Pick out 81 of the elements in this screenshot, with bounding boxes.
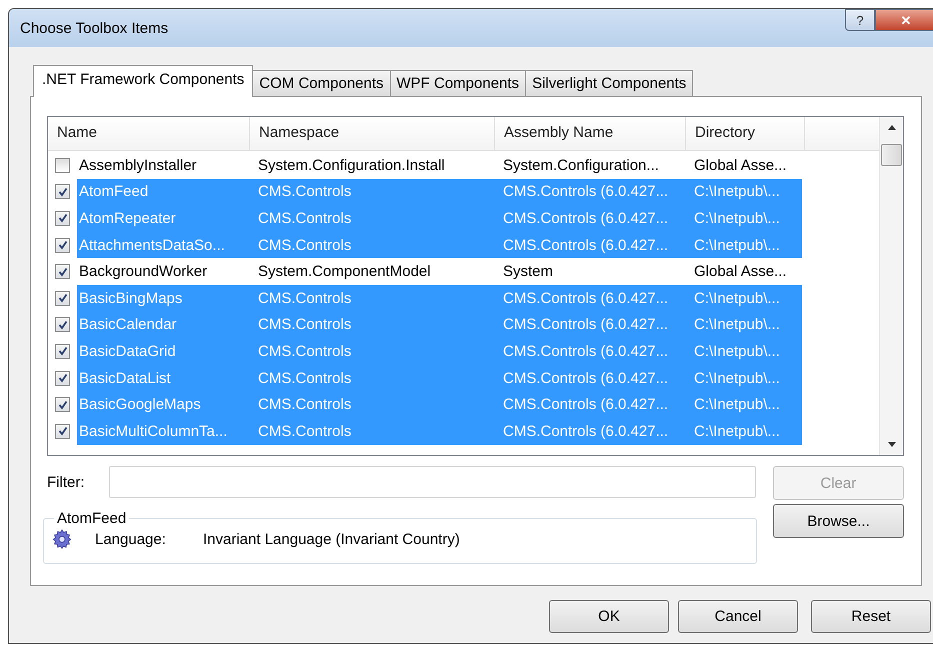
column-header[interactable]: Namespace — [250, 117, 495, 150]
table-cell-text: AssemblyInstaller — [78, 156, 198, 174]
table-cell-text: System.ComponentModel — [258, 263, 432, 280]
table-cell-text: C:\Inetpub\... — [694, 342, 781, 360]
table-cell-text: AtomRepeater — [78, 210, 177, 227]
checkbox[interactable] — [55, 264, 70, 280]
table-cell-text: BackgroundWorker — [78, 263, 208, 280]
table-cell-text: CMS.Controls — [258, 370, 352, 387]
table-cell-text: CMS.Controls — [258, 183, 352, 200]
list-row[interactable]: BackgroundWorker System.ComponentModel System Global Asse... — [77, 258, 802, 285]
scroll-up-arrow-icon[interactable] — [888, 125, 896, 130]
table-cell-text: CMS.Controls (6.0.427... — [503, 236, 670, 254]
table-cell-text: CMS.Controls (6.0.427... — [503, 396, 670, 414]
dialog-button[interactable]: OK — [549, 600, 669, 633]
checkbox[interactable] — [55, 344, 70, 359]
table-cell-text: BasicGoogleMaps — [78, 396, 202, 414]
table-cell-text: BasicMultiColumnTa... — [78, 422, 228, 440]
checkbox[interactable] — [55, 424, 70, 439]
scroll-down-arrow-icon[interactable] — [888, 442, 896, 447]
table-cell-text: CMS.Controls — [258, 290, 352, 307]
table-cell-text: CMS.Controls (6.0.427... — [503, 370, 670, 387]
table-cell-text: System.Configuration... — [503, 156, 660, 174]
language-value: Invariant Language (Invariant Country) — [203, 530, 460, 548]
table-cell-text: CMS.Controls — [258, 236, 352, 254]
table-cell-text: BasicBingMaps — [78, 290, 184, 307]
window-title: Choose Toolbox Items — [20, 20, 168, 36]
table-cell-text: CMS.Controls (6.0.427... — [503, 290, 670, 307]
dialog-button[interactable]: Reset — [811, 600, 931, 633]
checkbox[interactable] — [55, 317, 70, 332]
table-cell-text: System.Configuration.Install — [258, 156, 446, 174]
column-header[interactable]: Name — [48, 117, 250, 150]
table-cell-text: BasicCalendar — [78, 316, 178, 334]
dialog-button[interactable]: Cancel — [678, 600, 798, 633]
table-cell-text: CMS.Controls — [258, 342, 352, 360]
table-cell-text: System — [503, 263, 554, 280]
table-cell-text: C:\Inetpub\... — [694, 370, 781, 387]
table-cell-text: CMS.Controls — [258, 210, 352, 227]
table-cell-text: CMS.Controls (6.0.427... — [503, 422, 670, 440]
tab[interactable]: Silverlight Components — [525, 70, 694, 96]
column-header[interactable]: Assembly Name — [495, 117, 686, 150]
checkbox[interactable] — [55, 158, 70, 173]
table-cell-text: C:\Inetpub\... — [694, 316, 781, 334]
column-header[interactable]: Directory — [686, 117, 805, 150]
checkbox[interactable] — [55, 397, 70, 412]
checkbox[interactable] — [55, 210, 70, 226]
gear-icon — [52, 529, 72, 549]
scroll-thumb[interactable] — [881, 144, 902, 166]
help-button[interactable]: ? — [845, 9, 875, 31]
tab[interactable]: WPF Components — [390, 70, 526, 96]
group-title: AtomFeed — [56, 510, 128, 527]
table-cell-text: C:\Inetpub\... — [694, 236, 781, 254]
checkbox[interactable] — [55, 238, 70, 253]
table-cell-text: Global Asse... — [694, 263, 788, 280]
vertical-scrollbar[interactable] — [879, 117, 903, 455]
checkbox[interactable] — [55, 370, 70, 386]
language-label: Language: — [95, 530, 167, 548]
table-cell-text: CMS.Controls (6.0.427... — [503, 183, 670, 200]
table-cell-text: CMS.Controls — [258, 396, 352, 414]
table-cell-text: CMS.Controls (6.0.427... — [503, 316, 670, 334]
browse-button[interactable]: Browse... — [773, 504, 904, 538]
table-cell-text: CMS.Controls — [258, 422, 352, 440]
table-cell-text: BasicDataList — [78, 370, 172, 387]
tab[interactable]: .NET Framework Components — [33, 65, 254, 97]
table-cell-text: C:\Inetpub\... — [694, 422, 781, 440]
table-cell-text: AtomFeed — [78, 183, 150, 200]
table-cell-text: CMS.Controls (6.0.427... — [503, 342, 670, 360]
list-row[interactable]: AssemblyInstaller System.Configuration.Install System.Configuration... Global Asse... — [77, 152, 802, 179]
table-cell-text: AttachmentsDataSo... — [78, 236, 226, 254]
checkbox[interactable] — [55, 290, 70, 306]
filter-label: Filter: — [47, 473, 86, 491]
table-cell-text: C:\Inetpub\... — [694, 183, 781, 200]
tab[interactable]: COM Components — [252, 70, 391, 96]
table-cell-text: CMS.Controls (6.0.427... — [503, 210, 670, 227]
table-cell-text: BasicDataGrid — [78, 342, 177, 360]
checkbox[interactable] — [55, 184, 70, 200]
table-cell-text: C:\Inetpub\... — [694, 290, 781, 307]
table-cell-text: Global Asse... — [694, 156, 788, 174]
table-cell-text: CMS.Controls — [258, 316, 352, 334]
filter-field[interactable] — [108, 466, 756, 498]
table-cell-text: C:\Inetpub\... — [694, 210, 781, 227]
table-cell-text: C:\Inetpub\... — [694, 396, 781, 414]
